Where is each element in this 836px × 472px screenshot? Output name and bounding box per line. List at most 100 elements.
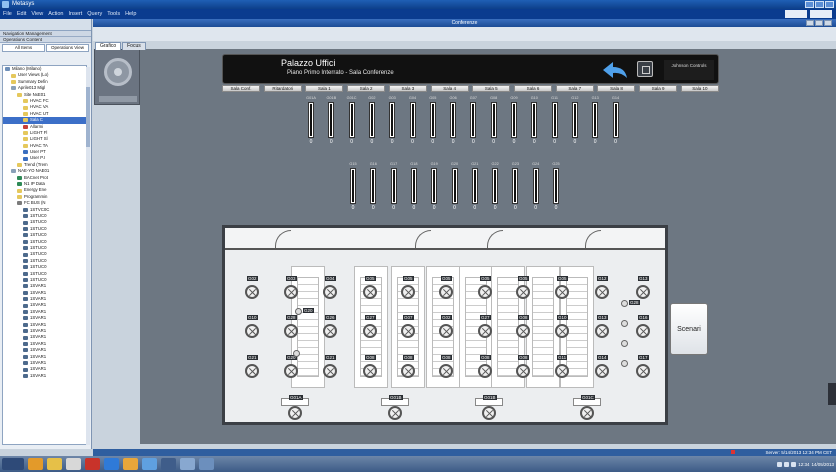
slider-track[interactable] [451,168,458,204]
dimmer-slider[interactable]: G21 0 [468,162,482,211]
start-button[interactable] [2,458,24,470]
pin-button[interactable] [815,20,823,26]
dimmer-slider[interactable]: G11 0 [548,96,562,145]
lamp-icon[interactable] [323,364,337,378]
slider-track[interactable] [368,102,375,138]
slider-track[interactable] [348,102,355,138]
lamp-icon[interactable] [401,285,415,299]
close-button[interactable] [825,1,834,8]
back-arrow-icon[interactable] [601,60,629,80]
sale-button[interactable]: Sala 4 [430,85,469,92]
taskbar-app-icon[interactable] [161,458,176,470]
slider-track[interactable] [328,102,335,138]
menu-file[interactable]: File [3,9,12,19]
search-box[interactable] [810,10,832,18]
dimmer-slider[interactable]: G22 0 [488,162,502,211]
close-pane-button[interactable] [824,20,832,26]
slider-track[interactable] [308,102,314,138]
slider-track[interactable] [350,168,356,204]
lamp-icon[interactable] [388,406,402,420]
lamp-icon[interactable] [363,324,377,338]
tab-operations-view[interactable]: Operations View [46,44,89,52]
lamp-icon[interactable] [595,285,609,299]
user-box[interactable] [785,10,807,18]
lamp-icon[interactable] [323,324,337,338]
lamp-icon[interactable] [595,324,609,338]
dimmer-slider[interactable]: G06 0 [446,96,460,145]
taskbar-app-icon[interactable] [180,458,195,470]
menu-help[interactable]: Help [125,9,136,19]
dimmer-slider[interactable]: G17 0 [387,162,401,211]
slider-track[interactable] [450,102,457,138]
alarm-indicator-icon[interactable] [731,450,736,454]
minimize-button[interactable] [805,1,814,8]
lamp-icon[interactable] [245,285,259,299]
dimmer-slider[interactable]: G01A 0 [304,96,318,145]
lamp-icon[interactable] [439,324,453,338]
lamp-icon[interactable] [245,364,259,378]
sale-button[interactable]: Sala 1 [305,85,344,92]
dimmer-slider[interactable]: G01C 0 [345,96,359,145]
dimmer-slider[interactable]: G02 0 [365,96,379,145]
sale-button[interactable]: Sala 7 [555,85,594,92]
lamp-icon[interactable] [245,324,259,338]
save-icon[interactable] [637,61,653,77]
taskbar-media-icon[interactable] [66,458,81,470]
graphic-thumbnail[interactable] [94,49,140,105]
tab-grafico[interactable]: Grafico [95,42,122,50]
dimmer-slider[interactable]: G23 0 [508,162,522,211]
lamp-icon[interactable] [478,324,492,338]
sale-button[interactable]: Ritardatori [263,85,302,92]
slider-track[interactable] [512,168,519,204]
lamp-icon[interactable] [580,406,594,420]
dimmer-slider[interactable]: G16 0 [366,162,380,211]
lamp-icon[interactable] [636,324,650,338]
dimmer-slider[interactable]: G19 0 [427,162,441,211]
taskbar-ie-icon[interactable] [28,458,43,470]
lamp-icon[interactable] [555,364,569,378]
dimmer-slider[interactable]: G04 0 [406,96,420,145]
lamp-icon[interactable] [284,324,298,338]
slider-track[interactable] [490,102,497,138]
dimmer-slider[interactable]: G07 0 [466,96,480,145]
menu-insert[interactable]: Insert [68,9,82,19]
slider-track[interactable] [390,168,397,204]
taskbar-app-icon[interactable] [199,458,214,470]
scroll-thumb[interactable] [86,87,90,147]
slider-track[interactable] [429,102,436,138]
slider-track[interactable] [551,102,558,138]
side-handle[interactable] [828,383,836,405]
taskbar-app-icon[interactable] [142,458,157,470]
lamp-icon[interactable] [478,285,492,299]
lamp-icon[interactable] [401,364,415,378]
slider-track[interactable] [511,102,517,138]
menu-action[interactable]: Action [48,9,63,19]
lamp-icon[interactable] [636,285,650,299]
slider-track[interactable] [370,168,377,204]
dimmer-slider[interactable]: G09 0 [507,96,521,145]
lamp-icon[interactable] [555,324,569,338]
tray-icon[interactable] [791,461,797,467]
dimmer-slider[interactable]: G05 0 [426,96,440,145]
taskbar-app-icon[interactable] [123,458,138,470]
slider-track[interactable] [553,168,559,204]
slider-track[interactable] [531,102,538,138]
dimmer-slider[interactable]: G20 0 [448,162,462,211]
slider-track[interactable] [410,168,417,204]
lamp-icon[interactable] [439,285,453,299]
dimmer-slider[interactable]: G03 0 [385,96,399,145]
menu-query[interactable]: Query [87,9,102,19]
tree-node[interactable]: 1SVAR1 [3,373,86,379]
lamp-icon[interactable] [363,364,377,378]
dimmer-slider[interactable]: G13 0 [588,96,602,145]
restore-button[interactable] [806,20,814,26]
menu-view[interactable]: View [31,9,43,19]
lamp-icon[interactable] [555,285,569,299]
lamp-icon[interactable] [284,285,298,299]
slider-track[interactable] [431,168,438,204]
dimmer-slider[interactable]: G01B 0 [324,96,338,145]
menu-edit[interactable]: Edit [17,9,26,19]
lamp-icon[interactable] [284,364,298,378]
slider-track[interactable] [389,102,396,138]
lamp-icon[interactable] [363,285,377,299]
